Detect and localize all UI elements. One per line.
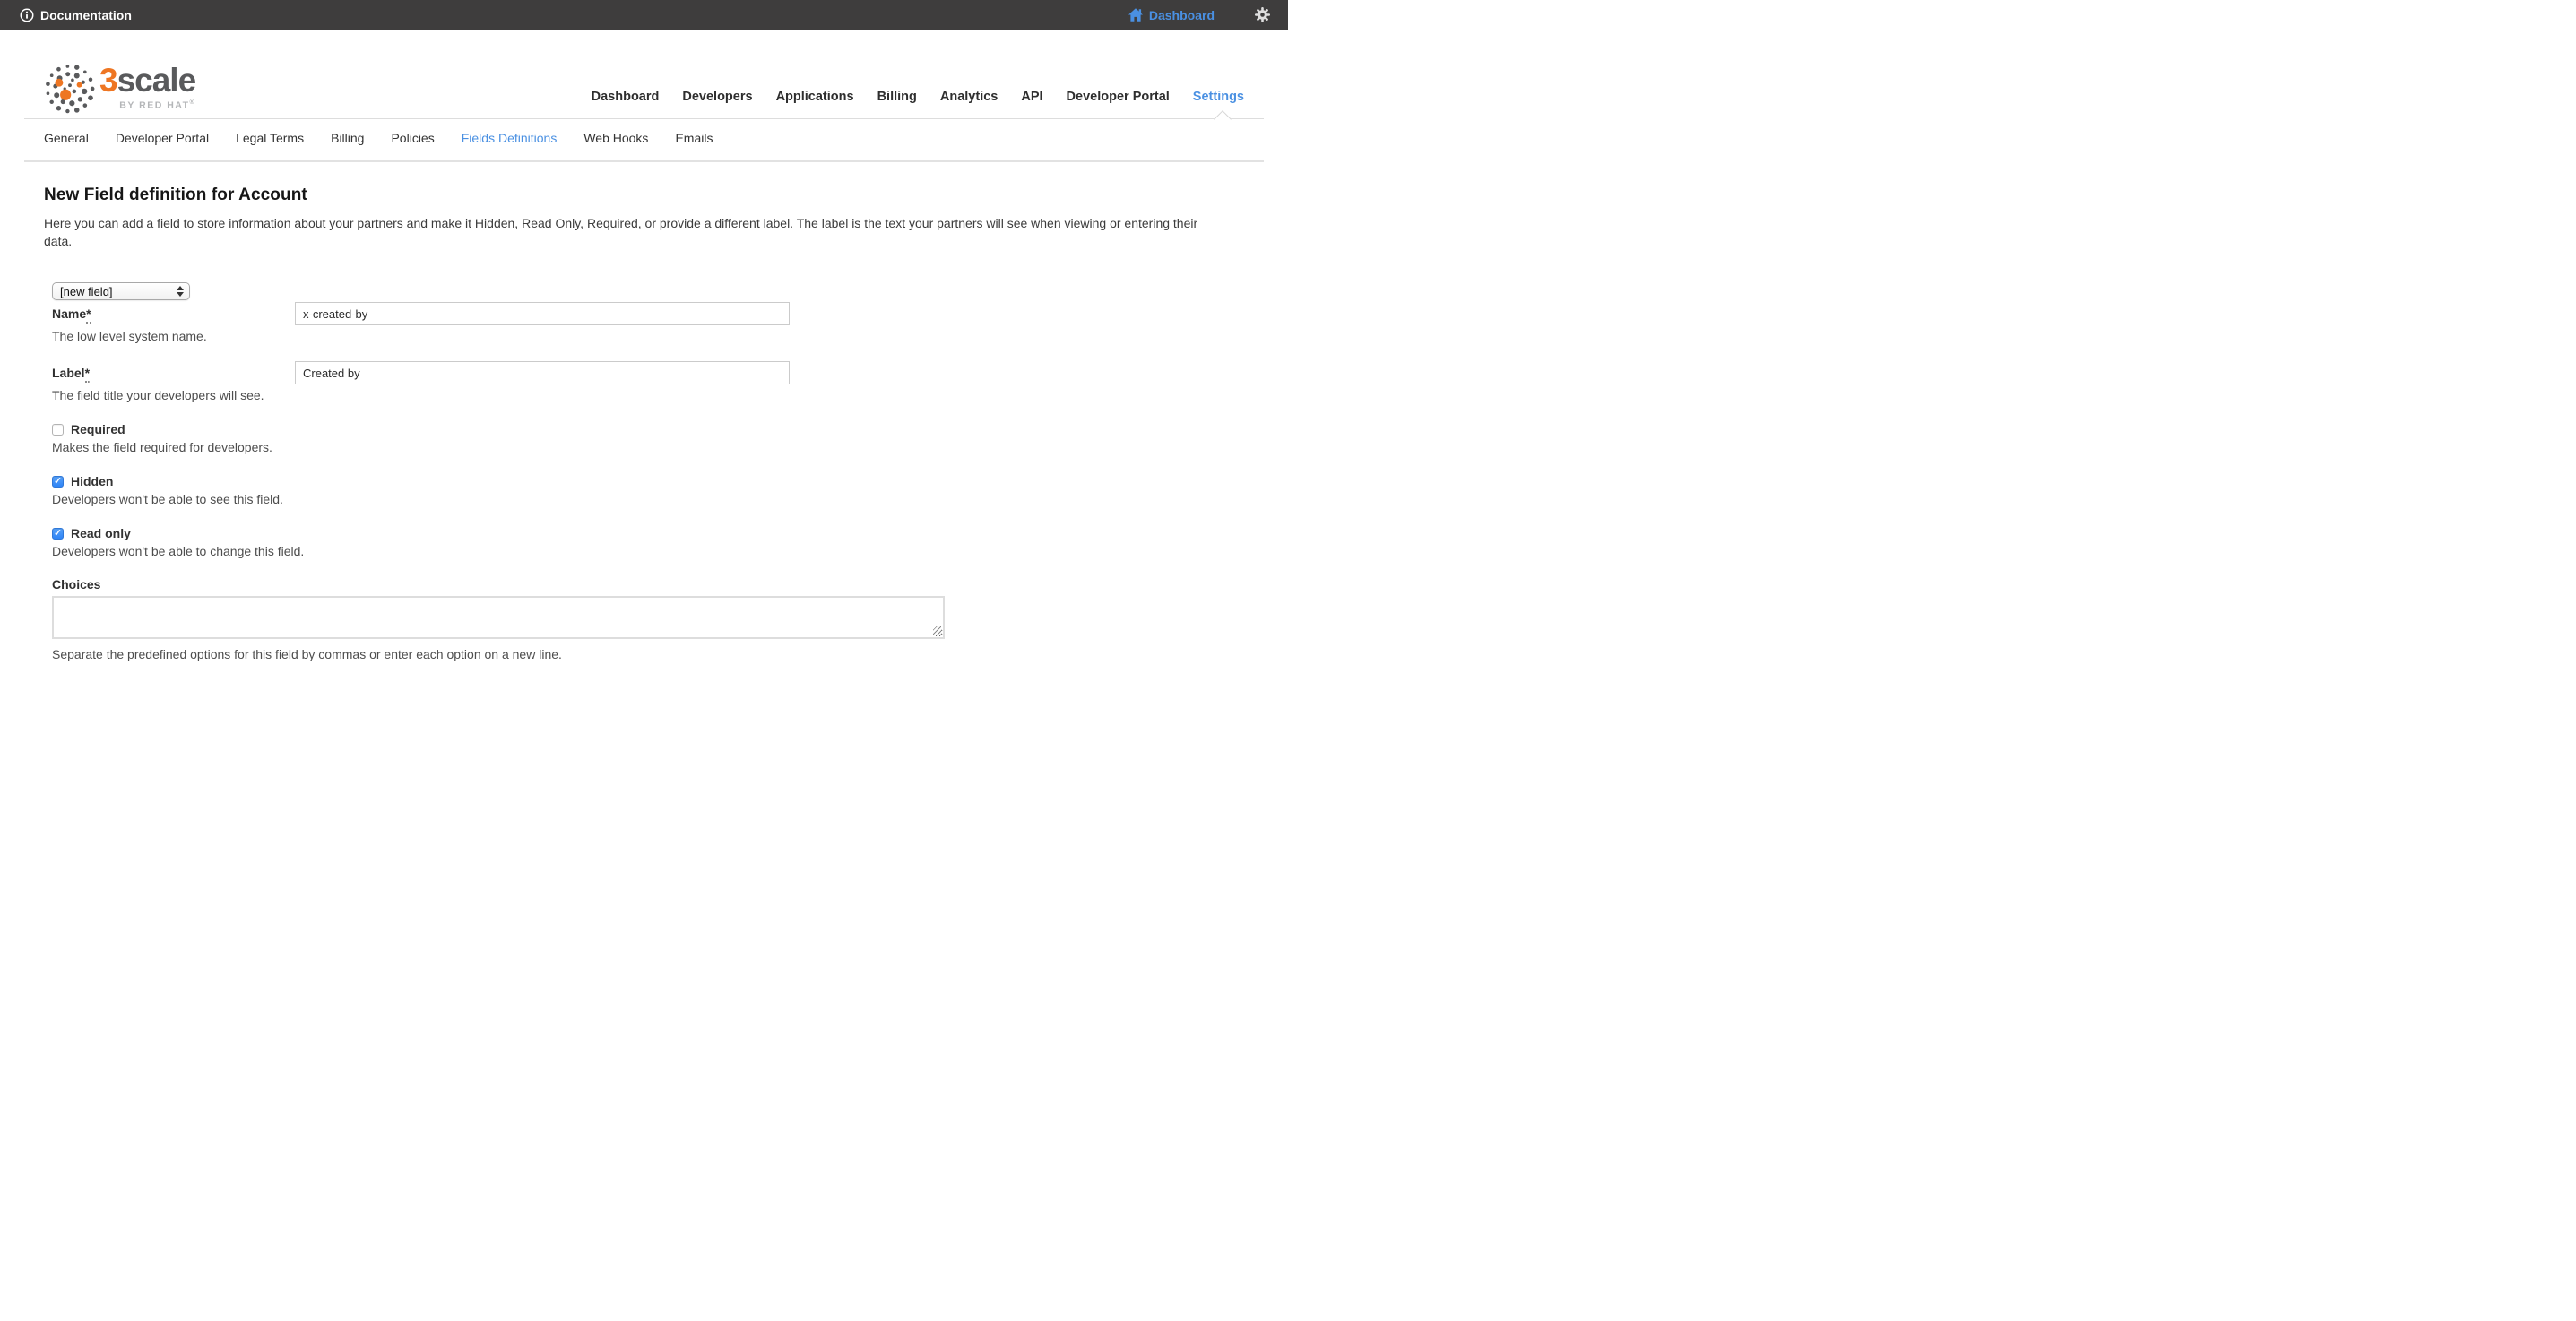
topbar-right: Dashboard — [1128, 7, 1270, 22]
required-hint: Makes the field required for developers. — [52, 440, 1244, 454]
dashboard-link-label: Dashboard — [1149, 8, 1215, 22]
info-icon — [20, 8, 34, 22]
nav-dashboard[interactable]: Dashboard — [592, 90, 660, 104]
subnav-web-hooks[interactable]: Web Hooks — [583, 131, 648, 145]
nav-billing[interactable]: Billing — [877, 90, 917, 104]
nav-settings[interactable]: Settings — [1193, 90, 1244, 104]
choices-hint: Separate the predefined options for this… — [52, 645, 585, 660]
subnav-billing[interactable]: Billing — [331, 131, 364, 145]
choices-group: Choices Separate the predefined options … — [52, 577, 1244, 660]
nav-analytics[interactable]: Analytics — [940, 90, 998, 104]
subnav-emails[interactable]: Emails — [675, 131, 713, 145]
label-input[interactable] — [295, 361, 790, 384]
choices-textarea[interactable] — [52, 596, 945, 639]
subnav-developer-portal[interactable]: Developer Portal — [116, 131, 209, 145]
read-only-checkbox-row[interactable]: Read only — [52, 526, 1244, 540]
logo-byline: BY RED HAT® — [119, 99, 195, 111]
label-hint: The field title your developers will see… — [52, 388, 1244, 402]
logo-wordmark: 3scale — [99, 65, 195, 97]
subnav-policies[interactable]: Policies — [391, 131, 434, 145]
gear-button[interactable] — [1255, 7, 1270, 22]
home-icon — [1128, 8, 1143, 22]
required-asterisk: * — [85, 366, 90, 383]
read-only-checkbox-label: Read only — [71, 526, 131, 540]
field-select-value: [new field] — [60, 285, 177, 298]
page-description: Here you can add a field to store inform… — [44, 215, 1205, 250]
select-arrows-icon — [177, 286, 184, 297]
subnav-row: General Developer Portal Legal Terms Bil… — [24, 119, 1264, 162]
choices-label: Choices — [52, 577, 1244, 591]
subnav-general[interactable]: General — [44, 131, 89, 145]
gear-icon — [1255, 7, 1270, 22]
read-only-checkbox[interactable] — [52, 528, 64, 540]
required-checkbox-label: Required — [71, 422, 125, 436]
name-hint: The low level system name. — [52, 329, 1244, 343]
documentation-label: Documentation — [40, 8, 132, 22]
nav-developers[interactable]: Developers — [682, 90, 752, 104]
logo[interactable]: 3scale BY RED HAT® — [44, 63, 195, 118]
nav-api[interactable]: API — [1021, 90, 1042, 104]
hidden-hint: Developers won't be able to see this fie… — [52, 492, 1244, 506]
dashboard-link[interactable]: Dashboard — [1128, 8, 1215, 22]
name-input[interactable] — [295, 302, 790, 325]
read-only-group: Read only Developers won't be able to ch… — [52, 526, 1244, 558]
label-label: Label* — [52, 366, 295, 380]
subnav-fields-definitions[interactable]: Fields Definitions — [462, 131, 558, 145]
required-checkbox-row[interactable]: Required — [52, 422, 1244, 436]
required-group: Required Makes the field required for de… — [52, 422, 1244, 454]
main-container: 3scale BY RED HAT® Dashboard Developers … — [24, 30, 1264, 660]
nav-developer-portal[interactable]: Developer Portal — [1067, 90, 1170, 104]
documentation-link[interactable]: Documentation — [20, 8, 132, 22]
logo-3: 3 — [99, 62, 117, 99]
main-nav: Dashboard Developers Applications Billin… — [592, 90, 1244, 104]
content: New Field definition for Account Here yo… — [24, 162, 1264, 660]
logo-mark — [44, 63, 96, 115]
required-checkbox[interactable] — [52, 424, 64, 436]
topbar: Documentation Dashboard — [0, 0, 1288, 30]
subnav-legal-terms[interactable]: Legal Terms — [236, 131, 304, 145]
hidden-checkbox-row[interactable]: Hidden — [52, 474, 1244, 488]
logo-text: 3scale BY RED HAT® — [99, 65, 195, 111]
page: Documentation Dashboard — [0, 0, 1288, 660]
name-field-row: Name* — [52, 302, 1244, 325]
field-select[interactable]: [new field] — [52, 282, 190, 300]
field-definition-form: [new field] Name* The low level system n… — [52, 282, 1244, 660]
hidden-group: Hidden Developers won't be able to see t… — [52, 474, 1244, 506]
sub-nav: General Developer Portal Legal Terms Bil… — [44, 131, 1244, 160]
label-field-row: Label* — [52, 361, 1244, 384]
required-asterisk: * — [86, 307, 91, 324]
choices-textarea-wrap — [52, 596, 945, 639]
nav-applications[interactable]: Applications — [776, 90, 854, 104]
header-row: 3scale BY RED HAT® Dashboard Developers … — [24, 30, 1264, 119]
name-label: Name* — [52, 307, 295, 321]
hidden-checkbox[interactable] — [52, 476, 64, 488]
logo-scale: scale — [117, 62, 196, 99]
read-only-hint: Developers won't be able to change this … — [52, 544, 1244, 558]
page-title: New Field definition for Account — [44, 186, 1244, 205]
registered-mark: ® — [190, 99, 196, 106]
hidden-checkbox-label: Hidden — [71, 474, 113, 488]
